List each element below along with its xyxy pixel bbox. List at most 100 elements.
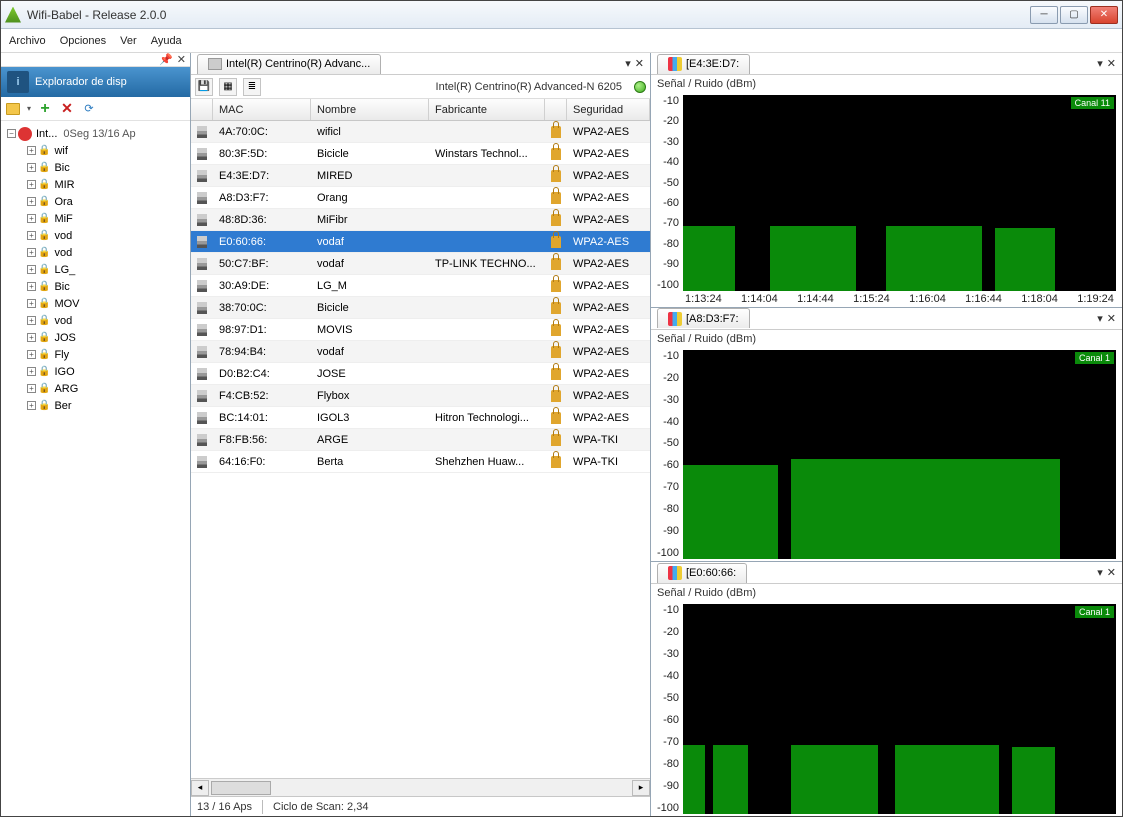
tab-close-icon[interactable]: ✕	[1107, 312, 1116, 325]
cell-sec: WPA2-AES	[567, 275, 650, 296]
tree-item[interactable]: +🔒vod	[3, 312, 188, 329]
tab-dropdown-icon[interactable]: ▾	[1097, 312, 1103, 325]
list-tab[interactable]: Intel(R) Centrino(R) Advanc...	[197, 54, 381, 74]
col-name[interactable]: Nombre	[311, 99, 429, 120]
x-tick: 1:13:24	[685, 293, 722, 307]
table-row[interactable]: F8:FB:56:ARGEWPA-TKI	[191, 429, 650, 451]
tree-item[interactable]: +🔒MOV	[3, 295, 188, 312]
expand-icon[interactable]: +	[27, 316, 36, 325]
chart-tab[interactable]: [E0:60:66:	[657, 563, 747, 583]
expand-icon[interactable]: +	[27, 146, 36, 155]
tree-item[interactable]: +🔒ARG	[3, 380, 188, 397]
lock-icon	[551, 434, 561, 446]
table-row[interactable]: 78:94:B4:vodafWPA2-AES	[191, 341, 650, 363]
cell-vendor	[429, 341, 545, 362]
close-button[interactable]: ✕	[1090, 6, 1118, 24]
tree-item[interactable]: +🔒wif	[3, 142, 188, 159]
table-row[interactable]: A8:D3:F7:OrangWPA2-AES	[191, 187, 650, 209]
chart-tab[interactable]: [E4:3E:D7:	[657, 54, 750, 74]
menu-view[interactable]: Ver	[120, 35, 137, 47]
expand-icon[interactable]: +	[27, 180, 36, 189]
tree-item[interactable]: +🔒Bic	[3, 278, 188, 295]
lock-icon	[551, 236, 561, 248]
list-statusbar: 13 / 16 Aps Ciclo de Scan: 2,34	[191, 796, 650, 816]
dropdown-icon[interactable]: ▾	[27, 104, 31, 113]
menu-help[interactable]: Ayuda	[151, 35, 182, 47]
tree-item[interactable]: +🔒JOS	[3, 329, 188, 346]
table-row[interactable]: 98:97:D1:MOVISWPA2-AES	[191, 319, 650, 341]
chart-icon	[668, 57, 682, 71]
table-row[interactable]: 30:A9:DE:LG_MWPA2-AES	[191, 275, 650, 297]
expand-icon[interactable]: +	[27, 333, 36, 342]
col-sec[interactable]: Seguridad	[567, 99, 650, 120]
tab-dropdown-icon[interactable]: ▾	[1097, 566, 1103, 579]
expand-icon[interactable]: +	[27, 350, 36, 359]
expand-icon[interactable]: +	[27, 367, 36, 376]
table-row[interactable]: E0:60:66:vodafWPA2-AES	[191, 231, 650, 253]
table-row[interactable]: E4:3E:D7:MIREDWPA2-AES	[191, 165, 650, 187]
tree-item[interactable]: +🔒Fly	[3, 346, 188, 363]
table-row[interactable]: BC:14:01:IGOL3Hitron Technologi...WPA2-A…	[191, 407, 650, 429]
expand-icon[interactable]: +	[27, 231, 36, 240]
expand-icon[interactable]: +	[27, 299, 36, 308]
tree-item[interactable]: +🔒Bic	[3, 159, 188, 176]
chart-tab[interactable]: [A8:D3:F7:	[657, 308, 750, 328]
tool-button-2[interactable]: ▦	[219, 78, 237, 96]
expand-icon[interactable]: +	[27, 248, 36, 257]
collapse-icon[interactable]: −	[7, 129, 16, 138]
tree-item[interactable]: +🔒Ber	[3, 397, 188, 414]
minimize-button[interactable]: ─	[1030, 6, 1058, 24]
menu-file[interactable]: Archivo	[9, 35, 46, 47]
table-row[interactable]: F4:CB:52:FlyboxWPA2-AES	[191, 385, 650, 407]
tab-close-icon[interactable]: ✕	[1107, 566, 1116, 579]
pin-icon[interactable]: 📌	[159, 53, 173, 66]
expand-icon[interactable]: +	[27, 384, 36, 393]
scroll-left-icon[interactable]: ◂	[191, 780, 209, 796]
menu-options[interactable]: Opciones	[60, 35, 106, 47]
grid-body: 4A:70:0C:wificlWPA2-AES80:3F:5D:BicicleW…	[191, 121, 650, 778]
table-row[interactable]: 80:3F:5D:BicicleWinstars Technol...WPA2-…	[191, 143, 650, 165]
lock-icon: 🔒	[38, 332, 50, 343]
expand-icon[interactable]: +	[27, 214, 36, 223]
expand-icon[interactable]: +	[27, 163, 36, 172]
sidebar-close-icon[interactable]: ✕	[177, 53, 186, 66]
tab-close-icon[interactable]: ✕	[1107, 57, 1116, 70]
tool-button-3[interactable]: ≣	[243, 78, 261, 96]
tab-close-icon[interactable]: ✕	[635, 57, 644, 70]
scroll-thumb[interactable]	[211, 781, 271, 795]
tree-root[interactable]: − Int... 0Seg 13/16 Ap	[3, 125, 188, 142]
table-row[interactable]: 38:70:0C:BicicleWPA2-AES	[191, 297, 650, 319]
tree-item[interactable]: +🔒vod	[3, 244, 188, 261]
h-scrollbar[interactable]: ◂ ▸	[191, 778, 650, 796]
scroll-right-icon[interactable]: ▸	[632, 780, 650, 796]
save-icon[interactable]: 💾	[195, 78, 213, 96]
lock-icon	[551, 126, 561, 138]
col-vendor[interactable]: Fabricante	[429, 99, 545, 120]
tab-dropdown-icon[interactable]: ▾	[1097, 57, 1103, 70]
expand-icon[interactable]: +	[27, 282, 36, 291]
tree-item[interactable]: +🔒LG_	[3, 261, 188, 278]
folder-icon[interactable]	[5, 101, 21, 117]
add-button[interactable]: +	[37, 101, 53, 117]
tree-item[interactable]: +🔒IGO	[3, 363, 188, 380]
expand-icon[interactable]: +	[27, 401, 36, 410]
table-row[interactable]: D0:B2:C4:JOSEWPA2-AES	[191, 363, 650, 385]
delete-button[interactable]: ✕	[59, 101, 75, 117]
table-row[interactable]: 50:C7:BF:vodafTP-LINK TECHNO...WPA2-AES	[191, 253, 650, 275]
tab-dropdown-icon[interactable]: ▾	[625, 57, 631, 70]
sidebar-title: Explorador de disp	[35, 76, 127, 88]
tree-item[interactable]: +🔒MiF	[3, 210, 188, 227]
tree-item[interactable]: +🔒MIR	[3, 176, 188, 193]
expand-icon[interactable]: +	[27, 197, 36, 206]
cell-sec: WPA2-AES	[567, 319, 650, 340]
cell-vendor	[429, 165, 545, 186]
table-row[interactable]: 4A:70:0C:wificlWPA2-AES	[191, 121, 650, 143]
col-mac[interactable]: MAC	[213, 99, 311, 120]
maximize-button[interactable]: ▢	[1060, 6, 1088, 24]
refresh-icon[interactable]: ⟳	[81, 101, 97, 117]
tree-item[interactable]: +🔒vod	[3, 227, 188, 244]
tree-item[interactable]: +🔒Ora	[3, 193, 188, 210]
expand-icon[interactable]: +	[27, 265, 36, 274]
table-row[interactable]: 48:8D:36:MiFibrWPA2-AES	[191, 209, 650, 231]
table-row[interactable]: 64:16:F0:BertaShehzhen Huaw...WPA-TKI	[191, 451, 650, 473]
